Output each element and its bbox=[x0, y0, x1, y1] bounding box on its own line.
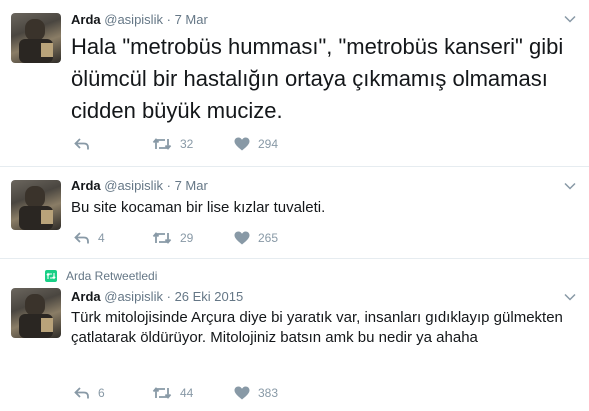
reply-button[interactable] bbox=[74, 137, 98, 151]
reply-button[interactable]: 4 bbox=[74, 231, 105, 245]
like-button[interactable]: 265 bbox=[234, 231, 278, 245]
retweet-count: 44 bbox=[180, 386, 194, 400]
tweet-2[interactable]: Arda @asipislik · 7 Mar Bu site kocaman … bbox=[0, 167, 589, 259]
tweet-actions: 32 294 bbox=[71, 137, 371, 157]
author-handle[interactable]: @asipislik bbox=[104, 289, 163, 304]
chevron-down-icon[interactable] bbox=[563, 12, 577, 26]
author-name[interactable]: Arda bbox=[71, 289, 101, 304]
retweet-count: 29 bbox=[180, 231, 194, 245]
tweet-header: Arda @asipislik · 26 Eki 2015 bbox=[71, 289, 243, 304]
retweet-button[interactable]: 44 bbox=[152, 386, 193, 400]
timestamp[interactable]: 7 Mar bbox=[175, 178, 208, 193]
retweet-icon bbox=[152, 387, 172, 399]
retweet-icon bbox=[152, 232, 172, 244]
like-count: 383 bbox=[258, 386, 279, 400]
tweet-text: Hala "metrobüs humması", "metrobüs kanse… bbox=[71, 34, 564, 123]
like-button[interactable]: 294 bbox=[234, 137, 278, 151]
author-name[interactable]: Arda bbox=[71, 178, 101, 193]
reply-icon bbox=[74, 232, 89, 244]
retweet-context-label: Arda Retweetledi bbox=[66, 269, 158, 283]
like-count: 265 bbox=[258, 231, 279, 245]
chevron-down-icon[interactable] bbox=[563, 290, 577, 304]
timestamp[interactable]: 26 Eki 2015 bbox=[175, 289, 244, 304]
retweet-count: 32 bbox=[180, 137, 194, 151]
separator: · bbox=[166, 12, 171, 27]
retweet-badge-icon bbox=[45, 270, 57, 282]
author-handle[interactable]: @asipislik bbox=[104, 178, 163, 193]
retweet-icon bbox=[152, 138, 172, 150]
timestamp[interactable]: 7 Mar bbox=[175, 12, 208, 27]
tweet-text: Türk mitolojisinde Arçura diye bi yaratı… bbox=[71, 309, 563, 346]
tweet-header: Arda @asipislik · 7 Mar bbox=[71, 12, 208, 27]
tweet-actions: 4 29 265 bbox=[71, 231, 371, 251]
reply-count: 6 bbox=[98, 386, 105, 400]
tweet-actions: 6 44 383 bbox=[71, 386, 371, 406]
heart-icon bbox=[234, 386, 250, 400]
retweet-button[interactable]: 29 bbox=[152, 231, 193, 245]
separator: · bbox=[166, 178, 171, 193]
separator: · bbox=[166, 289, 171, 304]
tweet-1[interactable]: Arda @asipislik · 7 Mar Hala "metrobüs h… bbox=[0, 0, 589, 167]
reply-button[interactable]: 6 bbox=[74, 386, 105, 400]
tweet-header: Arda @asipislik · 7 Mar bbox=[71, 178, 208, 193]
author-handle[interactable]: @asipislik bbox=[104, 12, 163, 27]
avatar[interactable] bbox=[11, 288, 61, 338]
avatar[interactable] bbox=[11, 13, 61, 63]
avatar[interactable] bbox=[11, 180, 61, 230]
like-button[interactable]: 383 bbox=[234, 386, 278, 400]
reply-count: 4 bbox=[98, 231, 105, 245]
reply-icon bbox=[74, 387, 89, 399]
reply-icon bbox=[74, 138, 89, 150]
retweet-button[interactable]: 32 bbox=[152, 137, 193, 151]
author-name[interactable]: Arda bbox=[71, 12, 101, 27]
heart-icon bbox=[234, 231, 250, 245]
retweet-context[interactable]: Arda Retweetledi bbox=[45, 269, 157, 283]
like-count: 294 bbox=[258, 137, 279, 151]
tweet-text: Bu site kocaman bir lise kızlar tuvaleti… bbox=[71, 199, 326, 216]
chevron-down-icon[interactable] bbox=[563, 179, 577, 193]
heart-icon bbox=[234, 137, 250, 151]
